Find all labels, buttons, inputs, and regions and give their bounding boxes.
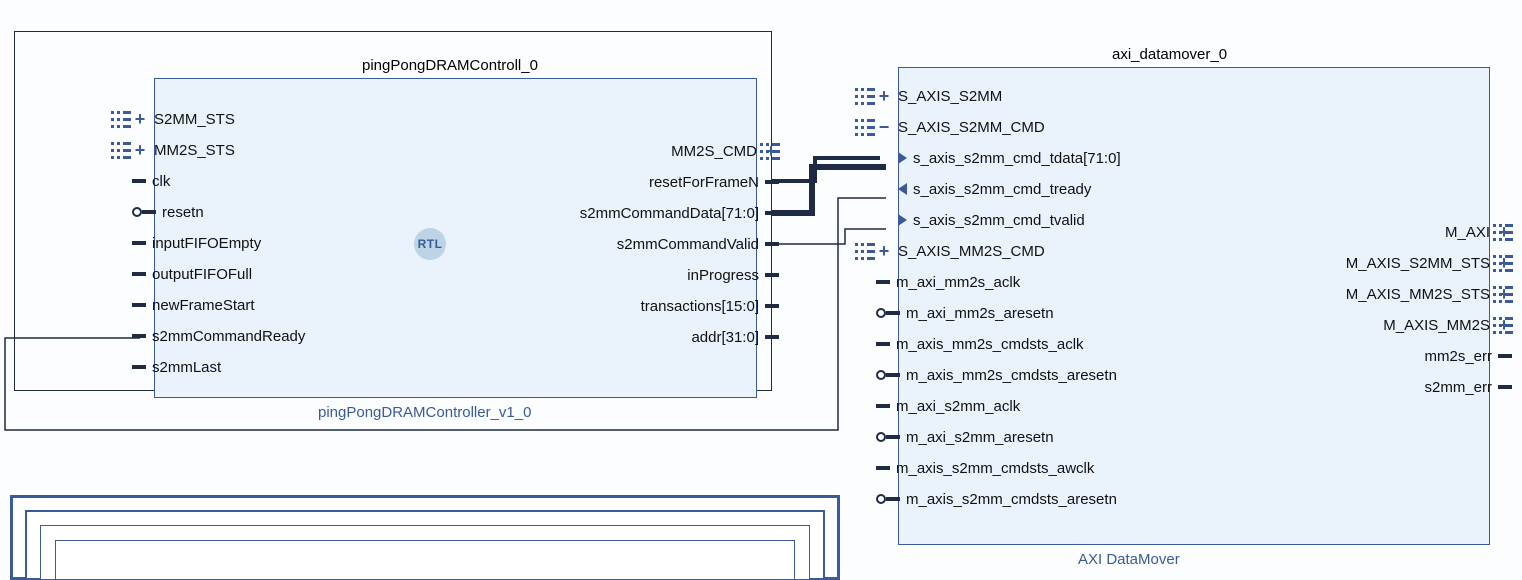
net-s2mm-cmd-tvalid [771,229,886,244]
net-s2mm-cmd-tready [5,198,886,430]
net-canvas [0,0,1522,580]
net-s2mm-cmd-tdata [771,167,886,213]
